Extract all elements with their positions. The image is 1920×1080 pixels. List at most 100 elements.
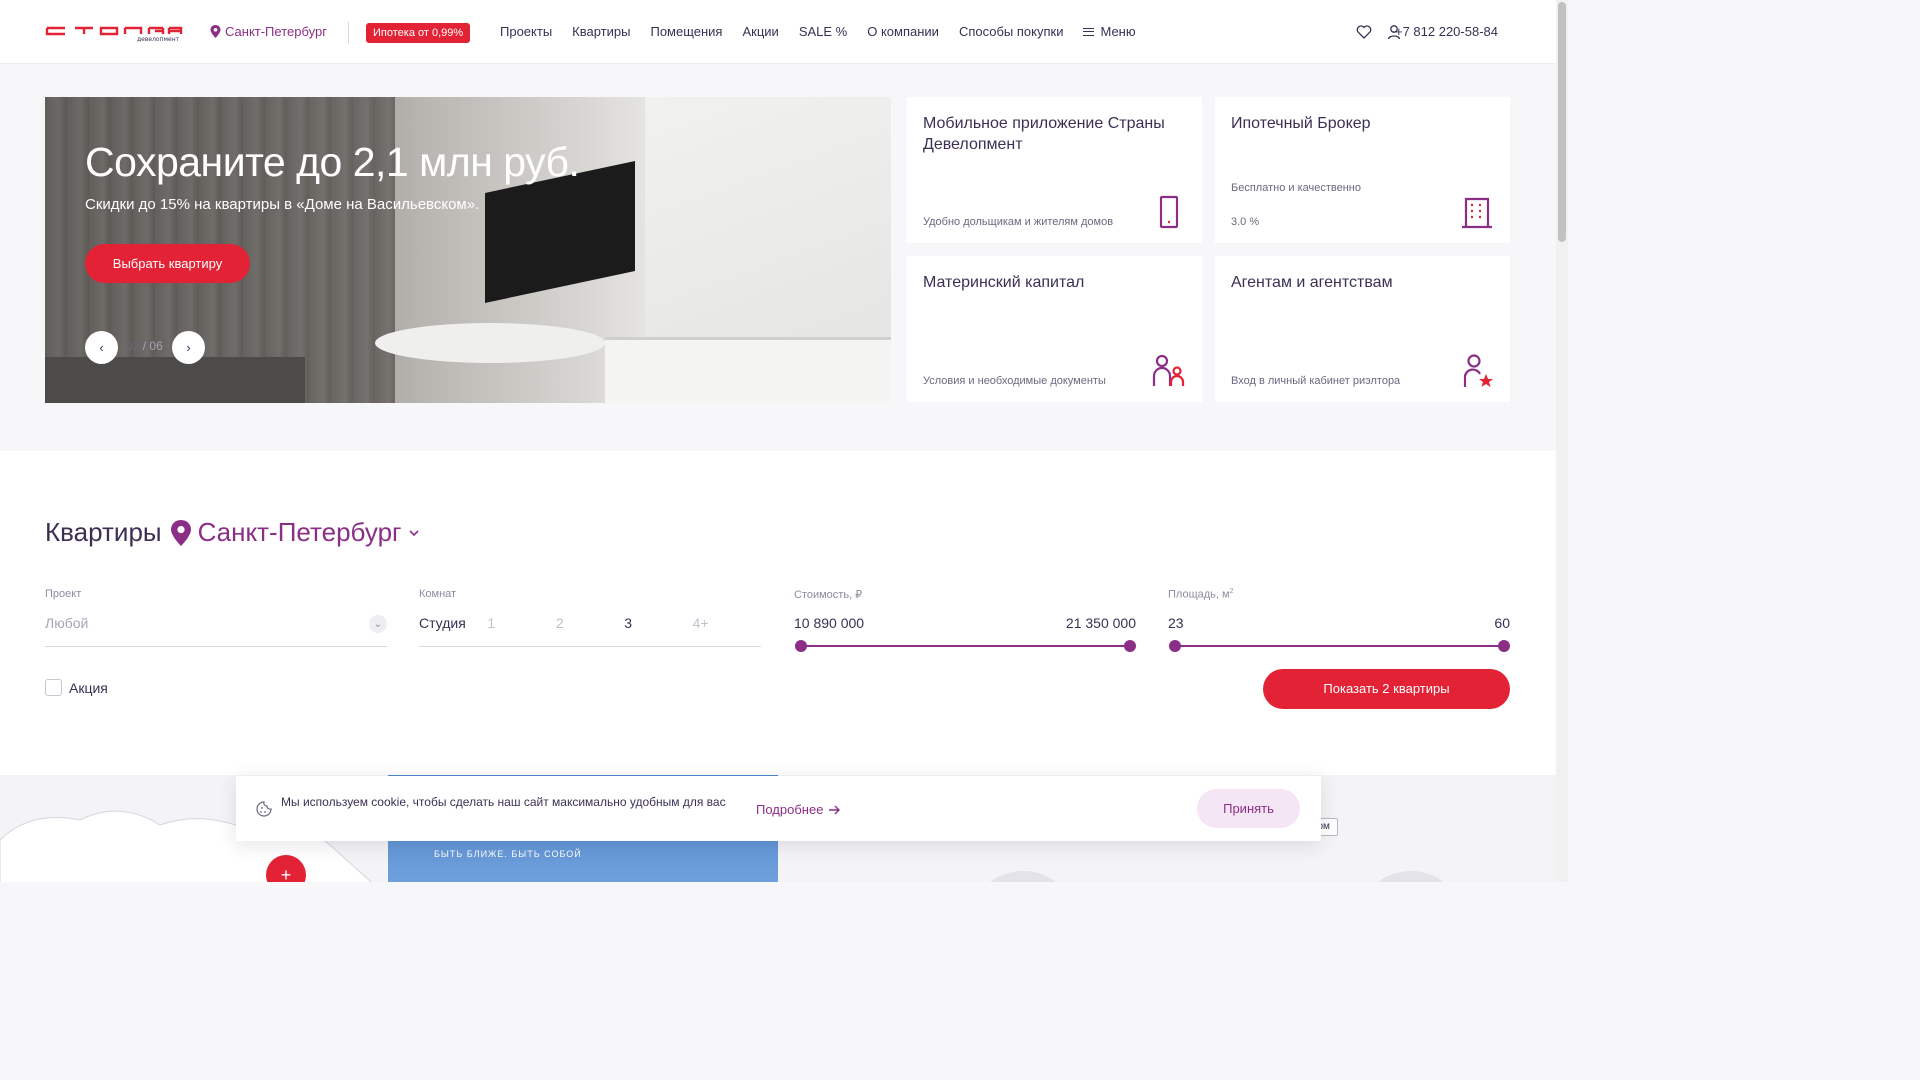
card-tagline: Бесплатно и качественно [1231,182,1361,194]
slide-current: 02 [126,339,140,353]
agent-star-icon [1463,354,1493,387]
slide-counter: 02 / 06 [126,339,163,353]
card-mobile-app[interactable]: Мобильное приложение Страны Девелопмент … [907,97,1202,243]
filter-city-selector[interactable]: Санкт-Петербург [170,517,420,548]
card-rate: 3.0 % [1231,216,1260,228]
chevron-left-icon: ‹ [99,340,104,355]
nav-apartments[interactable]: Квартиры [572,24,630,39]
svg-text:девелопмент: девелопмент [137,36,180,42]
rooms-selector: Студия 1 2 3 4+ [419,615,761,631]
header-city-selector[interactable]: Санкт-Петербург [210,24,327,39]
cookie-more-label: Подробнее [756,802,824,817]
area-slider-max-handle[interactable] [1498,640,1510,652]
slider-prev-button[interactable]: ‹ [85,331,118,364]
nav-promotions[interactable]: Акции [742,24,778,39]
chevron-right-icon: › [186,340,191,355]
nav-about[interactable]: О компании [867,24,939,39]
card-mortgage-broker[interactable]: Ипотечный Брокер Бесплатно и качественно… [1215,97,1510,243]
price-label: Стоимость, ₽ [794,589,863,601]
card-title: Ипотечный Брокер [1231,115,1371,132]
hero-subtitle: Скидки до 15% на квартиры в «Доме на Вас… [85,196,480,213]
rooms-option-1[interactable]: 1 [487,615,555,631]
project-select[interactable]: Любой ⌄ [45,615,387,633]
hero-banner: Сохраните до 2,1 млн руб. Скидки до 15% … [45,97,891,403]
project-value: Любой [45,615,89,631]
price-slider-min-handle[interactable] [795,640,807,652]
cookie-text: Мы используем cookie, чтобы сделать наш … [281,795,726,809]
nav-premises[interactable]: Помещения [650,24,722,39]
menu-label: Меню [1100,24,1136,39]
apartment-filter: Квартиры Санкт-Петербург Проект Любой ⌄ … [0,451,1556,775]
card-maternity-capital[interactable]: Материнский капитал Условия и необходимы… [907,256,1202,402]
menu-button[interactable]: Меню [1083,24,1155,39]
favorites-heart-icon[interactable] [1356,24,1372,40]
slide-separator: / [142,339,147,353]
area-min-value[interactable]: 23 [1168,615,1184,631]
hero-photo-kitchen-counter [605,337,891,403]
building-icon [1462,197,1492,229]
promo-checkbox-label: Акция [69,679,108,696]
promo-checkbox[interactable]: Акция [45,679,108,696]
hero-cta-button[interactable]: Выбрать квартиру [85,244,250,283]
cookie-icon [256,801,272,817]
area-label-text: Площадь, м [1168,588,1230,601]
nav-sale[interactable]: SALE % [799,24,847,39]
rooms-option-4plus[interactable]: 4+ [693,615,761,631]
card-description: Вход в личный кабинет риэлтора [1231,375,1401,387]
nav-projects[interactable]: Проекты [500,24,552,39]
project-thumbnail[interactable] [968,871,1078,882]
company-logo[interactable]: девелопмент [45,24,183,42]
cookie-accept-button[interactable]: Принять [1197,789,1300,828]
nav-purchase-methods[interactable]: Способы покупки [959,24,1064,39]
page-scrollbar[interactable] [1556,0,1568,882]
header-divider [348,22,349,44]
phone-icon [1159,195,1179,229]
card-description: Удобно дольщикам и жителям домов [923,216,1114,228]
hero-photo-sofa [45,357,305,403]
location-pin-icon [170,519,191,546]
project-label: Проект [45,588,82,600]
main-nav: Проекты Квартиры Помещения Акции SALE % … [500,24,1176,39]
slider-next-button[interactable]: › [172,331,205,364]
area-max-value[interactable]: 60 [1494,615,1510,631]
card-agents[interactable]: Агентам и агентствам Вход в личный кабин… [1215,256,1510,402]
show-apartments-button[interactable]: Показать 2 квартиры [1263,669,1510,709]
project-slogan: БЫТЬ БЛИЖЕ. БЫТЬ СОБОЙ [434,849,582,859]
rooms-option-3[interactable]: 3 [624,615,692,631]
hamburger-icon [1083,27,1095,36]
area-label: Площадь, м2 [1168,588,1233,601]
arrow-right-icon [829,805,841,814]
project-underline [45,646,387,647]
rooms-option-2[interactable]: 2 [556,615,624,631]
price-min-value[interactable]: 10 890 000 [794,615,864,631]
chevron-down-icon [408,529,419,536]
area-label-sup: 2 [1229,588,1234,595]
checkbox-box [45,679,62,696]
hero-title: Сохраните до 2,1 млн руб. [85,139,580,185]
family-icon [1152,354,1185,386]
rooms-option-studio[interactable]: Студия [419,615,487,631]
price-max-value[interactable]: 21 350 000 [1066,615,1136,631]
hero-photo-table [375,323,605,363]
cookie-more-link[interactable]: Подробнее [756,802,841,817]
header-city-label: Санкт-Петербург [225,24,327,39]
filter-heading: Квартиры Санкт-Петербург [45,517,420,548]
scrollbar-thumb[interactable] [1558,2,1566,242]
price-slider-max-handle[interactable] [1124,640,1136,652]
site-header: девелопмент Санкт-Петербург Ипотека от 0… [0,0,1556,64]
filter-heading-text: Квартиры [45,517,162,547]
project-thumbnail[interactable] [1356,871,1466,882]
card-title: Материнский капитал [923,274,1085,291]
cookie-banner: Мы используем cookie, чтобы сделать наш … [236,776,1321,841]
rooms-underline [419,646,761,647]
rooms-label: Комнат [419,588,457,600]
price-slider-track[interactable] [800,645,1130,647]
header-phone[interactable]: +7 812 220-58-84 [1395,24,1498,39]
chevron-down-icon: ⌄ [369,615,387,633]
area-slider-track[interactable] [1174,645,1504,647]
card-title: Мобильное приложение Страны Девелопмент [923,115,1165,153]
card-title: Агентам и агентствам [1231,274,1393,291]
mortgage-badge[interactable]: Ипотека от 0,99% [366,23,471,43]
area-slider-min-handle[interactable] [1169,640,1181,652]
card-description: Условия и необходимые документы [923,375,1106,387]
